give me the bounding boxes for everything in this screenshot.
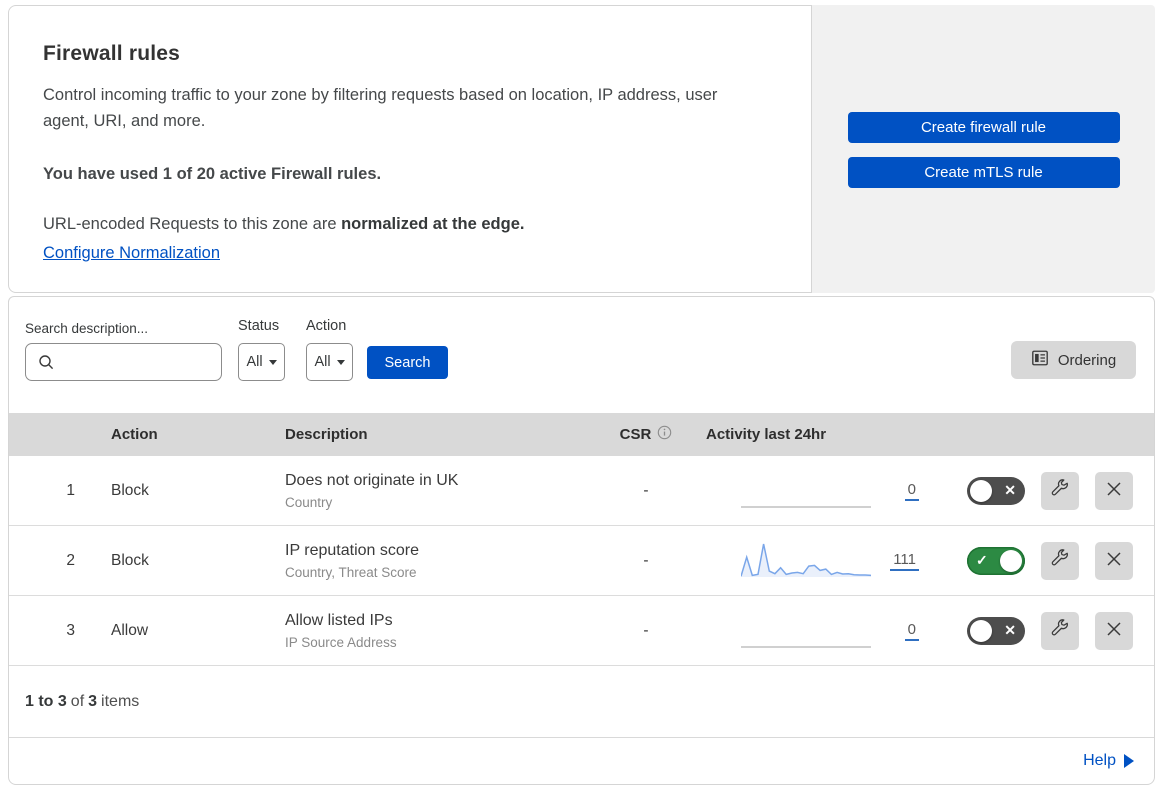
action-column-header: Action [111, 426, 158, 443]
activity-sparkline [741, 543, 871, 577]
close-icon [1105, 620, 1123, 641]
rule-description: Does not originate in UK [285, 471, 459, 489]
chevron-down-icon [336, 359, 345, 365]
arrow-right-icon [1124, 754, 1134, 768]
page-description: Control incoming traffic to your zone by… [43, 86, 718, 131]
rule-priority: 3 [66, 621, 75, 639]
page-title: Firewall rules [43, 42, 181, 65]
enable-toggle[interactable]: ✓ ✕ [967, 616, 1025, 645]
table-row: 2 Block IP reputation score Country, Thr… [9, 526, 1154, 596]
activity-column-header: Activity last 24hr [706, 426, 827, 443]
top-section: Firewall rules Control incoming traffic … [8, 5, 1155, 293]
filter-bar: Search description... Status All Action … [9, 297, 1154, 413]
search-button[interactable]: Search [367, 346, 448, 379]
enable-toggle[interactable]: ✓ ✕ [967, 546, 1025, 575]
description-column-header: Description [285, 426, 368, 443]
search-input[interactable] [25, 343, 222, 381]
activity-sparkline [741, 505, 871, 508]
ordering-button[interactable]: Ordering [1011, 341, 1136, 379]
action-filter-label: Action [306, 318, 347, 334]
rule-fields: Country [285, 495, 333, 511]
actions-panel: Create firewall rule Create mTLS rule [812, 5, 1155, 293]
delete-rule-button[interactable] [1095, 541, 1133, 580]
wrench-icon [1050, 479, 1070, 502]
close-icon [1105, 550, 1123, 571]
toggle-knob [1000, 549, 1022, 572]
rule-csr: - [643, 481, 649, 499]
create-firewall-rule-button[interactable]: Create firewall rule [847, 112, 1120, 143]
toggle-knob [970, 619, 992, 642]
close-icon [1105, 480, 1123, 501]
rule-fields: IP Source Address [285, 635, 397, 651]
info-icon[interactable] [657, 425, 672, 444]
rule-action: Block [111, 481, 149, 499]
create-mtls-rule-button[interactable]: Create mTLS rule [847, 157, 1120, 188]
delete-rule-button[interactable] [1095, 611, 1133, 650]
rule-priority: 1 [66, 481, 75, 499]
activity-count-link[interactable]: 111 [890, 551, 919, 571]
pagination-summary: 1 to 3 of 3 items [9, 666, 1154, 738]
search-icon [38, 354, 55, 371]
table-row: 1 Block Does not originate in UK Country… [9, 456, 1154, 526]
list-icon [1031, 349, 1049, 371]
rule-action: Allow [111, 621, 149, 639]
table-row: 3 Allow Allow listed IPs IP Source Addre… [9, 596, 1154, 666]
status-filter-label: Status [238, 318, 280, 334]
delete-rule-button[interactable] [1095, 471, 1133, 510]
rules-card: Search description... Status All Action … [8, 296, 1155, 785]
activity-count-link[interactable]: 0 [904, 481, 919, 501]
rule-description: IP reputation score [285, 541, 420, 559]
usage-notice: You have used 1 of 20 active Firewall ru… [43, 164, 382, 183]
edit-rule-button[interactable] [1041, 541, 1079, 580]
chevron-down-icon [268, 359, 277, 365]
rule-csr: - [643, 551, 649, 569]
rule-csr: - [643, 621, 649, 639]
edit-rule-button[interactable] [1041, 471, 1079, 510]
activity-sparkline [741, 645, 871, 648]
rule-priority: 2 [66, 551, 75, 569]
x-icon: ✕ [1004, 621, 1016, 638]
intro-card: Firewall rules Control incoming traffic … [8, 5, 812, 293]
status-filter-dropdown[interactable]: All [238, 343, 285, 381]
table-header: Action Description CSR Activity last 24h… [9, 413, 1154, 456]
enable-toggle[interactable]: ✓ ✕ [967, 476, 1025, 505]
csr-column-header: CSR [593, 425, 699, 444]
check-icon: ✓ [976, 551, 988, 568]
wrench-icon [1050, 549, 1070, 572]
rule-fields: Country, Threat Score [285, 565, 417, 581]
wrench-icon [1050, 619, 1070, 642]
configure-normalization-link[interactable]: Configure Normalization [43, 244, 220, 263]
rule-description: Allow listed IPs [285, 611, 393, 629]
search-label: Search description... [25, 321, 149, 336]
toggle-knob [970, 479, 992, 502]
activity-count-link[interactable]: 0 [904, 621, 919, 641]
help-bar: Help [9, 738, 1154, 784]
action-filter-dropdown[interactable]: All [306, 343, 353, 381]
normalization-text: URL-encoded Requests to this zone are no… [43, 215, 525, 234]
x-icon: ✕ [1004, 481, 1016, 498]
rule-action: Block [111, 551, 149, 569]
help-link[interactable]: Help [1083, 752, 1134, 770]
edit-rule-button[interactable] [1041, 611, 1079, 650]
